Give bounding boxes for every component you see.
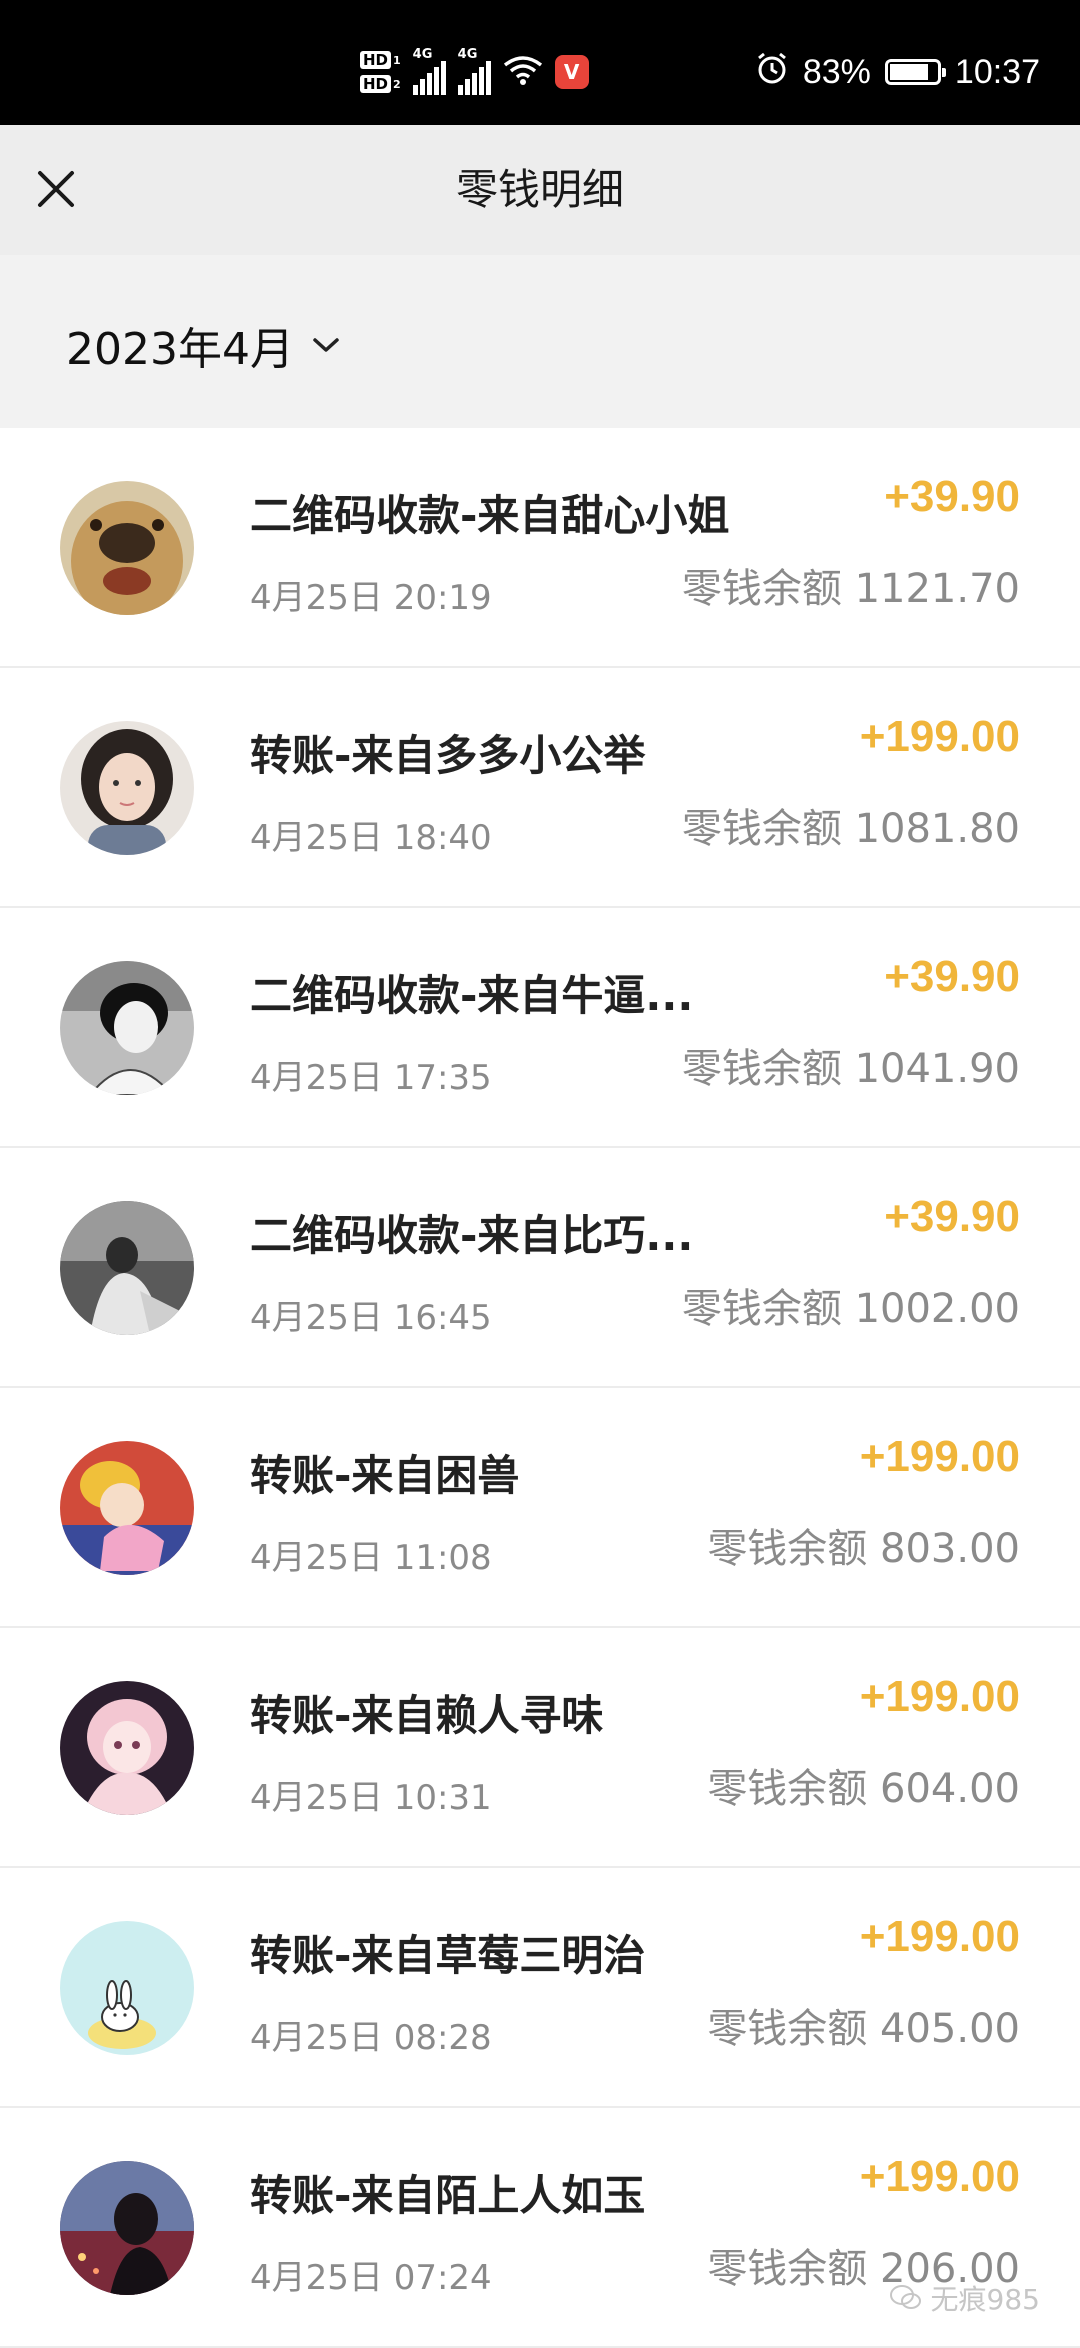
bunny-avatar [60,1921,194,2055]
transaction-amount: +199.00 [859,1912,1020,1961]
transaction-row[interactable]: 转账-来自草莓三明治 4月25日 08:28 +199.00 零钱余额 405.… [0,1868,1080,2108]
transaction-amount: +199.00 [859,1672,1020,1721]
battery-percent: 83% [802,52,871,91]
hd-label: HD [360,51,392,69]
alarm-icon [755,51,789,94]
transaction-time: 4月25日 17:35 [250,1058,492,1098]
transaction-title: 转账-来自多多小公举 [250,731,646,780]
transaction-amount: +199.00 [859,2152,1020,2201]
transaction-amount: +39.90 [884,952,1020,1001]
dog-avatar [60,481,194,615]
transaction-time: 4月25日 08:28 [250,2018,492,2058]
hd-sim-number: 2 [393,77,401,91]
hd-badge-2: HD 2 [360,75,401,93]
balance-after: 零钱余额 803.00 [707,1526,1020,1572]
balance-after: 零钱余额 1002.00 [681,1286,1020,1332]
transaction-title: 二维码收款-来自甜心小姐 [250,491,730,540]
status-right: 83% 10:37 [755,46,1040,98]
watermark-text: 无痕985 [930,2283,1040,2316]
hd-label: HD [360,75,392,93]
signal-icon: 4G [412,47,446,95]
watermark: 无痕985 [889,2278,1040,2318]
transaction-title: 二维码收款-来自比巧... [250,1211,694,1260]
network-type-label: 4G [412,47,433,62]
signal-icon: 4G [457,47,491,95]
bw-photo-avatar [60,1201,194,1335]
transaction-time: 4月25日 20:19 [250,578,492,618]
balance-after: 零钱余额 405.00 [707,2006,1020,2052]
balance-after: 零钱余额 1121.70 [681,566,1020,612]
status-left: HD 1 HD 2 4G 4G V [360,46,589,98]
hd-indicators: HD 1 HD 2 [360,51,401,93]
transaction-title: 转账-来自陌上人如玉 [250,2171,646,2220]
balance-after: 零钱余额 604.00 [707,1766,1020,1812]
transaction-row[interactable]: 转账-来自多多小公举 4月25日 18:40 +199.00 零钱余额 1081… [0,668,1080,908]
transaction-time: 4月25日 16:45 [250,1298,492,1338]
month-filter-bar: 2023年4月 [0,255,1080,428]
transaction-time: 4月25日 11:08 [250,1538,492,1578]
transaction-title: 转账-来自困兽 [250,1451,520,1500]
girl-avatar [60,721,194,855]
transaction-title: 转账-来自草莓三明治 [250,1931,646,1980]
anime-girl-avatar [60,1681,194,1815]
sailor-moon-avatar [60,1441,194,1575]
transaction-time: 4月25日 07:24 [250,2258,492,2298]
transaction-amount: +199.00 [859,712,1020,761]
transaction-row[interactable]: 二维码收款-来自比巧... 4月25日 16:45 +39.90 零钱余额 10… [0,1148,1080,1388]
page-title: 零钱明细 [455,165,624,214]
transaction-time: 4月25日 10:31 [250,1778,492,1818]
wechat-official-icon [889,2285,921,2309]
transaction-list: 二维码收款-来自甜心小姐 4月25日 20:19 +39.90 零钱余额 112… [0,428,1080,2348]
hd-badge-1: HD 1 [360,51,401,69]
transaction-amount: +39.90 [884,472,1020,521]
title-bar: 零钱明细 [0,125,1080,255]
transaction-amount: +39.90 [884,1192,1020,1241]
wifi-icon [503,54,543,90]
balance-after: 零钱余额 1041.90 [681,1046,1020,1092]
month-picker[interactable]: 2023年4月 [66,313,342,377]
hd-sim-number: 1 [393,53,401,67]
transaction-time: 4月25日 18:40 [250,818,492,858]
transaction-row[interactable]: 二维码收款-来自甜心小姐 4月25日 20:19 +39.90 零钱余额 112… [0,428,1080,668]
transaction-row[interactable]: 二维码收款-来自牛逼... 4月25日 17:35 +39.90 零钱余额 10… [0,908,1080,1148]
transaction-row[interactable]: 转账-来自赖人寻味 4月25日 10:31 +199.00 零钱余额 604.0… [0,1628,1080,1868]
month-label: 2023年4月 [66,324,294,375]
app-notification-icon: V [554,55,589,89]
night-city-avatar [60,2161,194,2295]
balance-after: 零钱余额 1081.80 [681,806,1020,852]
battery-icon [884,59,946,85]
clock: 10:37 [954,52,1040,91]
status-bar: HD 1 HD 2 4G 4G V 83% 10:37 [0,0,1080,125]
chevron-down-icon [313,338,339,352]
transaction-title: 转账-来自赖人寻味 [250,1691,604,1740]
network-type-label: 4G [457,47,478,62]
anime-boy-avatar [60,961,194,1095]
transaction-amount: +199.00 [859,1432,1020,1481]
transaction-title: 二维码收款-来自牛逼... [250,971,694,1020]
transaction-row[interactable]: 转账-来自困兽 4月25日 11:08 +199.00 零钱余额 803.00 [0,1388,1080,1628]
battery-level [889,64,929,80]
